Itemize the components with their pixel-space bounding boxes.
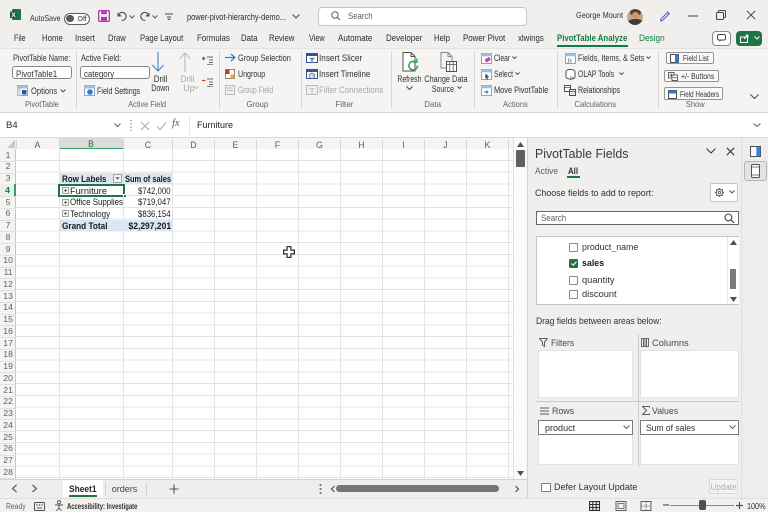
- svg-text:fx: fx: [568, 57, 573, 64]
- svg-text:fx: fx: [570, 74, 575, 80]
- svg-text:X: X: [11, 12, 16, 19]
